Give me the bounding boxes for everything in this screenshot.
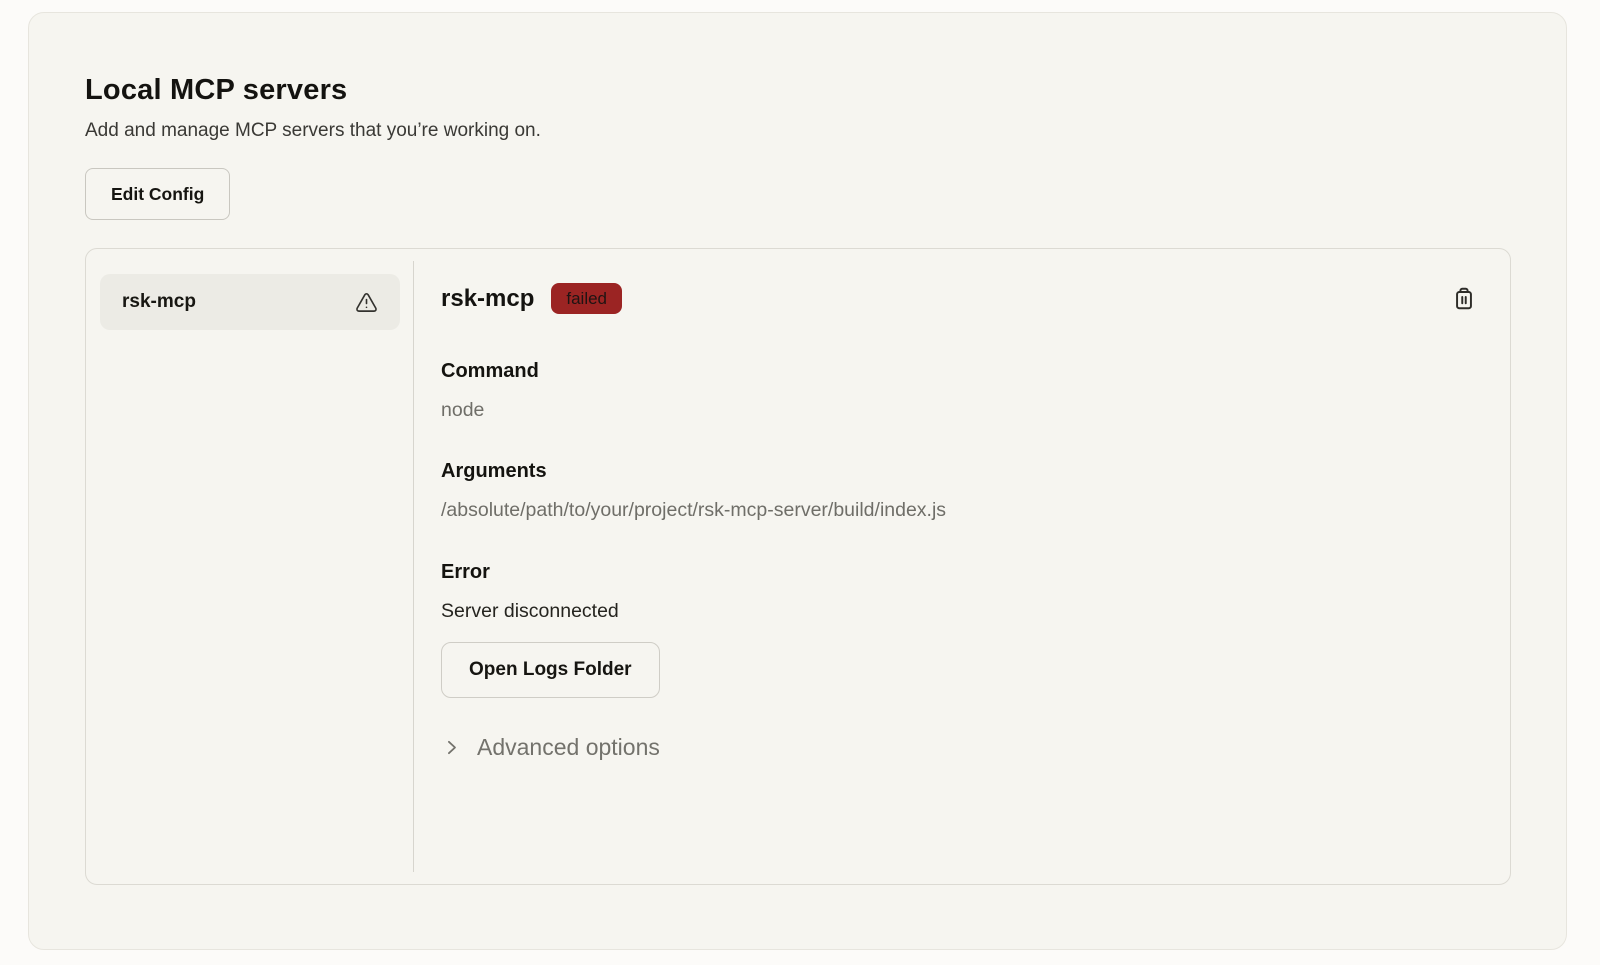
page-subtitle: Add and manage MCP servers that you’re w…: [85, 120, 1510, 142]
command-field: Command node: [441, 359, 1480, 422]
server-name-label: rsk-mcp: [122, 291, 196, 313]
server-detail-header: rsk-mcp failed: [441, 282, 1480, 315]
error-value: Server disconnected: [441, 600, 1480, 623]
advanced-options-toggle[interactable]: Advanced options: [441, 734, 1480, 761]
arguments-label: Arguments: [441, 459, 1480, 483]
open-logs-folder-button[interactable]: Open Logs Folder: [441, 642, 660, 698]
page-title: Local MCP servers: [85, 74, 1510, 107]
arguments-value: /absolute/path/to/your/project/rsk-mcp-s…: [441, 499, 1480, 522]
status-badge: failed: [551, 283, 622, 314]
command-value: node: [441, 399, 1480, 422]
command-label: Command: [441, 359, 1480, 383]
arguments-field: Arguments /absolute/path/to/your/project…: [441, 459, 1480, 522]
chevron-right-icon: [441, 737, 462, 758]
error-field: Error Server disconnected: [441, 560, 1480, 623]
delete-server-button[interactable]: [1448, 282, 1480, 315]
advanced-options-label: Advanced options: [477, 734, 660, 761]
server-detail-title: rsk-mcp: [441, 285, 534, 313]
server-card: rsk-mcp rsk-mcp failed: [85, 248, 1511, 885]
edit-config-button[interactable]: Edit Config: [85, 168, 230, 220]
server-list: rsk-mcp: [86, 249, 414, 884]
server-detail-pane: rsk-mcp failed Command node: [414, 249, 1510, 884]
error-label: Error: [441, 560, 1480, 584]
list-detail-divider: [413, 261, 414, 872]
local-mcp-servers-panel: Local MCP servers Add and manage MCP ser…: [28, 12, 1567, 950]
warning-triangle-icon: [355, 291, 378, 314]
trash-icon: [1451, 285, 1477, 312]
server-list-item-rsk-mcp[interactable]: rsk-mcp: [100, 274, 400, 330]
